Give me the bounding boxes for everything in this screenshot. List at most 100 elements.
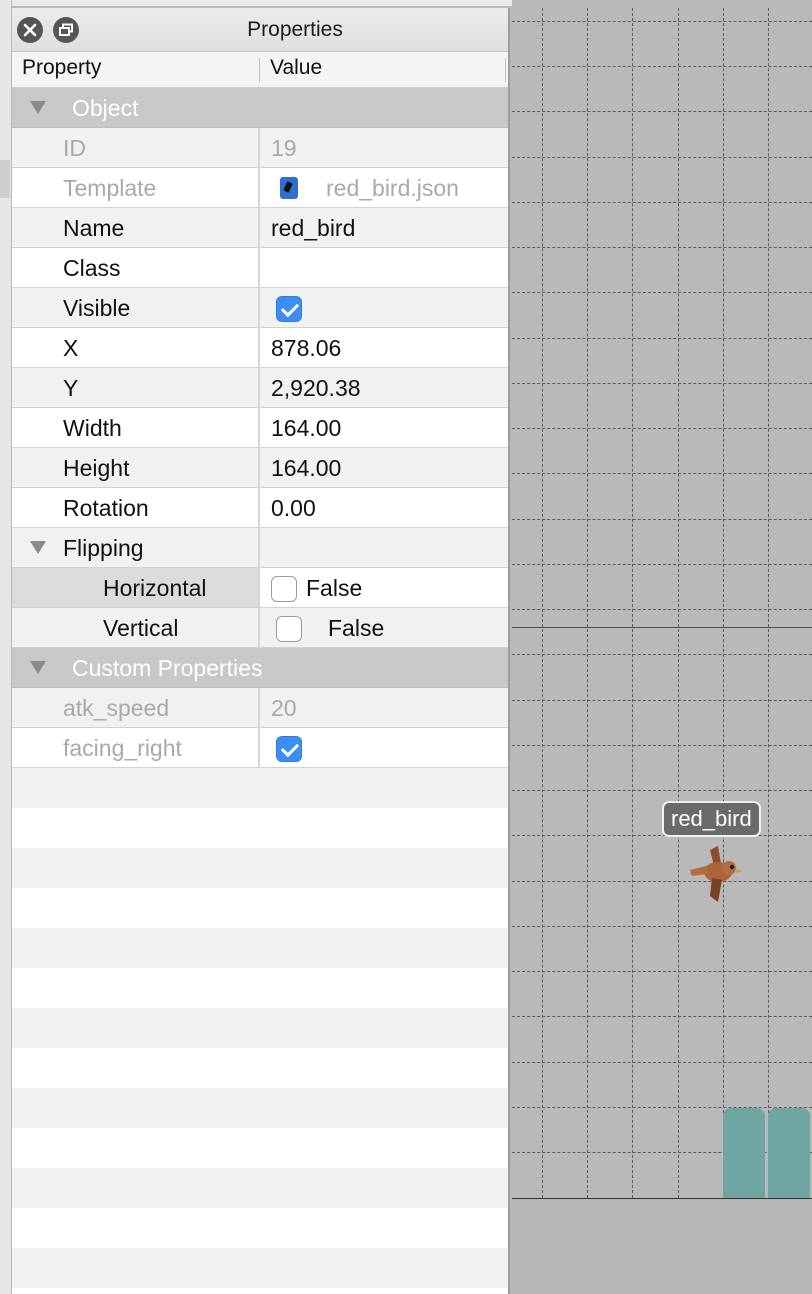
empty-row xyxy=(12,848,508,888)
property-row-visible[interactable]: Visible xyxy=(12,288,508,328)
grid-line xyxy=(512,111,812,112)
name-field[interactable]: red_bird xyxy=(271,215,355,242)
grid-line xyxy=(512,654,812,655)
property-row-width[interactable]: Width 164.00 xyxy=(12,408,508,448)
property-label: Class xyxy=(63,255,121,281)
empty-row xyxy=(12,808,508,848)
empty-row xyxy=(12,968,508,1008)
grid-line xyxy=(678,8,679,1198)
grid-line xyxy=(632,8,633,1198)
grid-line xyxy=(512,1152,812,1153)
map-bottom-area xyxy=(512,1198,812,1294)
grid-line xyxy=(512,1062,812,1063)
empty-row xyxy=(12,1088,508,1128)
property-value: 19 xyxy=(271,135,297,161)
property-row-template[interactable]: Template red_bird.json xyxy=(12,168,508,208)
empty-rows xyxy=(12,768,508,1288)
rotation-field[interactable]: 0.00 xyxy=(271,495,316,522)
panel-title-bar[interactable]: Properties xyxy=(12,8,508,52)
column-divider xyxy=(258,688,260,728)
group-object[interactable]: Object xyxy=(12,88,508,128)
grid-line xyxy=(512,21,812,22)
grid-line xyxy=(512,700,812,701)
property-row-height[interactable]: Height 164.00 xyxy=(12,448,508,488)
red-bird-sprite[interactable] xyxy=(688,844,746,906)
grid-line xyxy=(512,66,812,67)
property-label: Height xyxy=(63,455,130,481)
grid-line xyxy=(512,338,812,339)
grid-line xyxy=(512,519,812,520)
property-row-y[interactable]: Y 2,920.38 xyxy=(12,368,508,408)
height-field[interactable]: 164.00 xyxy=(271,455,341,482)
column-header: Property Value xyxy=(12,52,508,88)
empty-row xyxy=(12,1128,508,1168)
column-divider xyxy=(258,448,260,488)
visible-checkbox[interactable] xyxy=(276,296,302,322)
property-label: facing_right xyxy=(63,735,182,761)
column-header-value[interactable]: Value xyxy=(270,56,322,80)
property-row-name[interactable]: Name red_bird xyxy=(12,208,508,248)
y-field[interactable]: 2,920.38 xyxy=(271,375,361,402)
property-label: Name xyxy=(63,215,125,241)
panel-title: Properties xyxy=(247,18,343,41)
property-row-facing-right[interactable]: facing_right xyxy=(12,728,508,768)
json-file-icon xyxy=(280,177,298,199)
column-divider xyxy=(505,58,506,82)
grid-line xyxy=(512,926,812,927)
empty-row xyxy=(12,1048,508,1088)
horizontal-flip-checkbox[interactable] xyxy=(271,576,297,602)
column-divider xyxy=(258,328,260,368)
group-custom-properties[interactable]: Custom Properties xyxy=(12,648,508,688)
group-label: Object xyxy=(72,95,139,121)
grid-line xyxy=(512,383,812,384)
property-row-rotation[interactable]: Rotation 0.00 xyxy=(12,488,508,528)
property-row-class[interactable]: Class xyxy=(12,248,508,288)
column-divider xyxy=(258,408,260,448)
property-row-horizontal[interactable]: Horizontal False xyxy=(12,568,508,608)
property-row-flipping[interactable]: Flipping xyxy=(12,528,508,568)
facing-right-checkbox[interactable] xyxy=(276,736,302,762)
grid-line xyxy=(542,8,543,1198)
property-label: atk_speed xyxy=(63,695,170,721)
grid-line xyxy=(768,8,769,1198)
property-value: False xyxy=(328,615,385,641)
collapse-triangle-icon[interactable] xyxy=(30,541,46,554)
vertical-flip-checkbox[interactable] xyxy=(276,616,302,642)
grid-line xyxy=(512,790,812,791)
grid-line xyxy=(512,835,812,836)
tile-block[interactable] xyxy=(723,1108,765,1198)
grid-line xyxy=(512,609,812,610)
collapse-triangle-icon[interactable] xyxy=(30,661,46,674)
property-row-atk-speed[interactable]: atk_speed 20 xyxy=(12,688,508,728)
property-value[interactable]: 20 xyxy=(271,695,297,722)
column-divider xyxy=(258,728,260,768)
dock-handle[interactable] xyxy=(0,160,10,198)
grid-line xyxy=(512,202,812,203)
object-name-label[interactable]: red_bird xyxy=(662,801,761,837)
property-row-id: ID 19 xyxy=(12,128,508,168)
x-field[interactable]: 878.06 xyxy=(271,335,341,362)
map-canvas[interactable]: red_bird xyxy=(512,0,812,1294)
column-divider xyxy=(258,528,260,568)
grid-line xyxy=(512,881,812,882)
property-label: Template xyxy=(63,175,157,201)
property-value[interactable]: red_bird.json xyxy=(326,175,459,202)
layer-boundary-line xyxy=(512,627,812,628)
column-resize-handle[interactable] xyxy=(259,58,260,82)
grid-line xyxy=(512,971,812,972)
width-field[interactable]: 164.00 xyxy=(271,415,341,442)
tile-block[interactable] xyxy=(768,1108,810,1198)
property-row-x[interactable]: X 878.06 xyxy=(12,328,508,368)
grid-line xyxy=(512,428,812,429)
grid-line xyxy=(512,292,812,293)
column-divider xyxy=(258,488,260,528)
property-label: X xyxy=(63,335,79,361)
collapse-triangle-icon[interactable] xyxy=(30,101,46,114)
property-label: Visible xyxy=(63,295,131,321)
property-label: Width xyxy=(63,415,122,441)
empty-row xyxy=(12,928,508,968)
property-row-vertical[interactable]: Vertical False xyxy=(12,608,508,648)
property-label: Vertical xyxy=(103,615,179,641)
property-label: Horizontal xyxy=(103,575,207,601)
column-header-property[interactable]: Property xyxy=(22,56,101,80)
